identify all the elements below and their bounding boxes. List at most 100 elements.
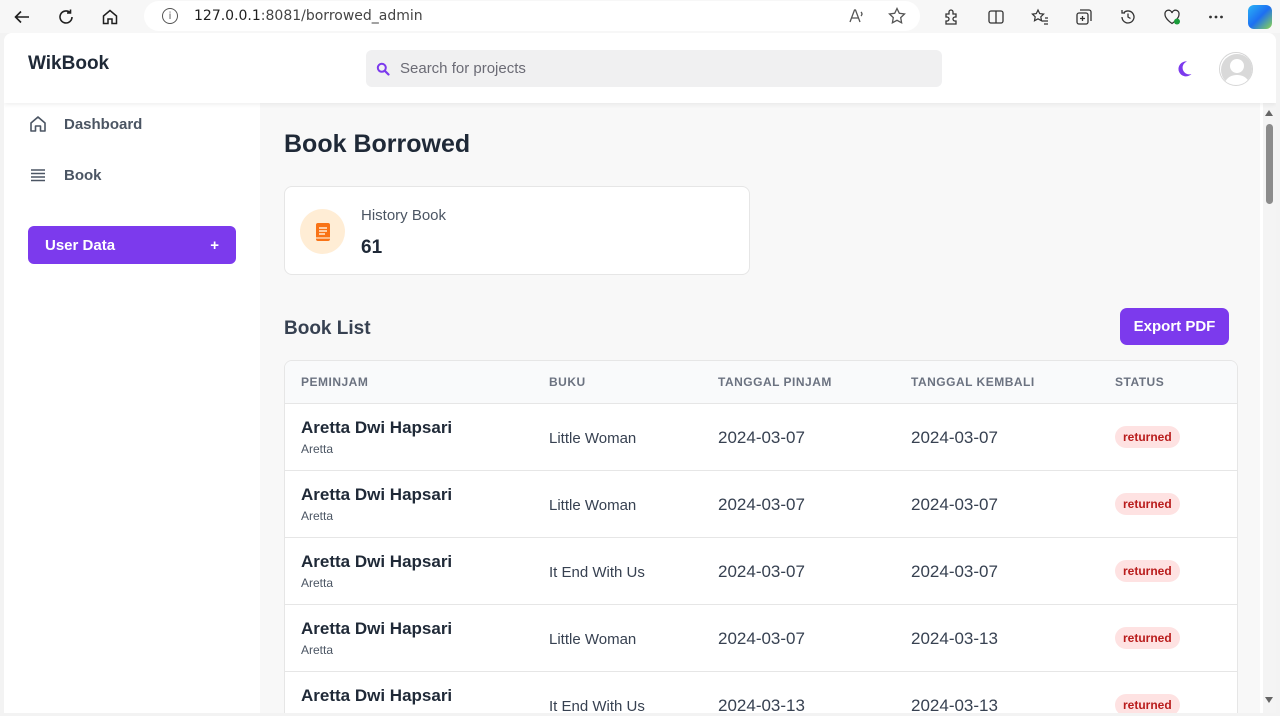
return-date: 2024-03-07	[911, 428, 998, 447]
browser-toolbar: i 127.0.0.1:8081/borrowed_admin	[0, 0, 1280, 33]
refresh-button[interactable]	[44, 0, 88, 33]
stat-label: History Book	[361, 207, 447, 224]
borrower-cell: Aretta Dwi Hapsari Aretta	[301, 418, 452, 456]
dark-mode-toggle-icon[interactable]	[1175, 60, 1193, 78]
main-content: Book Borrowed History Book 61 Book List …	[260, 103, 1260, 713]
table-header: PEMINJAM BUKU TANGGAL PINJAM TANGGAL KEM…	[285, 361, 1237, 404]
home-icon	[102, 9, 118, 24]
scroll-up-arrow-icon[interactable]	[1265, 110, 1273, 116]
brand-logo[interactable]: WikBook	[28, 53, 109, 75]
plus-icon: +	[210, 236, 219, 254]
scrollbar-thumb[interactable]	[1266, 124, 1273, 204]
url-text: 127.0.0.1:8081/borrowed_admin	[194, 8, 423, 24]
stat-icon-circle	[300, 209, 345, 254]
table-row[interactable]: Aretta Dwi Hapsari Aretta It End With Us…	[285, 538, 1237, 605]
status-badge: returned	[1115, 627, 1180, 649]
status-badge: returned	[1115, 560, 1180, 582]
table-row[interactable]: Aretta Dwi Hapsari Aretta Little Woman 2…	[285, 404, 1237, 471]
history-button[interactable]	[1106, 0, 1150, 33]
user-avatar[interactable]	[1219, 52, 1253, 86]
user-data-label: User Data	[45, 236, 116, 254]
page-title: Book Borrowed	[284, 130, 471, 158]
app-header: WikBook	[4, 33, 1276, 103]
borrower-cell: Aretta Dwi Hapsari	[301, 686, 452, 710]
borrower-name: Aretta Dwi Hapsari	[301, 485, 453, 504]
history-icon	[1121, 9, 1135, 24]
status-badge: returned	[1115, 493, 1180, 515]
history-book-card: History Book 61	[284, 186, 750, 275]
sidebar-item-label: Dashboard	[64, 115, 143, 133]
book-title: Little Woman	[549, 497, 637, 514]
user-data-button[interactable]: User Data +	[28, 226, 236, 264]
home-icon	[30, 116, 46, 132]
borrow-date: 2024-03-07	[718, 495, 805, 514]
book-title: It End With Us	[549, 698, 645, 713]
split-screen-button[interactable]	[974, 0, 1018, 33]
list-icon	[31, 169, 45, 182]
borrow-date: 2024-03-07	[718, 629, 805, 648]
scroll-down-arrow-icon[interactable]	[1265, 697, 1273, 703]
avatar-silhouette-icon	[1220, 53, 1252, 85]
ellipsis-icon	[1209, 15, 1223, 18]
split-screen-icon	[988, 9, 1004, 24]
column-header-status[interactable]: STATUS	[1115, 375, 1164, 389]
read-aloud-icon[interactable]	[848, 7, 866, 25]
copilot-button[interactable]	[1238, 0, 1280, 33]
borrow-date: 2024-03-07	[718, 562, 805, 581]
status-badge: returned	[1115, 694, 1180, 713]
search-input[interactable]	[400, 60, 900, 77]
column-header-buku[interactable]: BUKU	[549, 375, 586, 389]
column-header-tanggal-pinjam[interactable]: TANGGAL PINJAM	[718, 375, 832, 389]
borrow-date: 2024-03-13	[718, 696, 805, 713]
home-button[interactable]	[88, 0, 132, 33]
return-date: 2024-03-07	[911, 495, 998, 514]
vertical-scrollbar[interactable]	[1263, 103, 1276, 713]
return-date: 2024-03-13	[911, 696, 998, 713]
stat-value: 61	[361, 237, 383, 258]
favorites-button[interactable]	[1018, 0, 1062, 33]
favorite-star-icon[interactable]	[888, 7, 906, 25]
sidebar-item-book[interactable]: Book	[28, 165, 102, 185]
column-header-peminjam[interactable]: PEMINJAM	[301, 375, 368, 389]
site-info-icon[interactable]: i	[162, 8, 178, 24]
section-title: Book List	[284, 318, 371, 339]
export-pdf-button[interactable]: Export PDF	[1120, 308, 1229, 345]
column-header-tanggal-kembali[interactable]: TANGGAL KEMBALI	[911, 375, 1035, 389]
borrower-username: Aretta	[301, 643, 334, 657]
favorites-list-icon	[1031, 8, 1048, 25]
browser-essentials-button[interactable]	[1150, 0, 1194, 33]
borrower-name: Aretta Dwi Hapsari	[301, 418, 453, 437]
back-arrow-icon	[14, 10, 29, 23]
collections-button[interactable]	[1062, 0, 1106, 33]
borrower-username: Aretta	[301, 576, 334, 590]
extensions-button[interactable]	[930, 0, 974, 33]
web-page: WikBook Dashboard Book User Data + Book …	[4, 33, 1276, 713]
refresh-icon	[59, 9, 73, 24]
more-options-button[interactable]	[1194, 0, 1238, 33]
borrower-username: Aretta	[301, 442, 334, 456]
borrower-cell: Aretta Dwi Hapsari Aretta	[301, 619, 452, 657]
book-title: It End With Us	[549, 564, 645, 581]
puzzle-icon	[945, 8, 957, 25]
table-row[interactable]: Aretta Dwi Hapsari Aretta Little Woman 2…	[285, 605, 1237, 672]
copilot-icon	[1248, 4, 1272, 29]
back-button[interactable]	[0, 0, 44, 33]
borrower-username: Aretta	[301, 509, 334, 523]
borrower-cell: Aretta Dwi Hapsari Aretta	[301, 485, 452, 523]
sidebar-item-dashboard[interactable]: Dashboard	[28, 114, 142, 134]
return-date: 2024-03-07	[911, 562, 998, 581]
url-path: :8081/borrowed_admin	[260, 8, 423, 24]
book-icon	[315, 222, 330, 241]
table-row[interactable]: Aretta Dwi Hapsari Aretta Little Woman 2…	[285, 471, 1237, 538]
borrower-name: Aretta Dwi Hapsari	[301, 552, 453, 571]
search-box[interactable]	[366, 50, 942, 87]
sidebar: Dashboard Book User Data +	[4, 103, 260, 713]
address-bar[interactable]: i 127.0.0.1:8081/borrowed_admin	[144, 1, 920, 31]
table-row[interactable]: Aretta Dwi Hapsari It End With Us 2024-0…	[285, 672, 1237, 713]
url-host: 127.0.0.1	[194, 8, 261, 24]
borrower-cell: Aretta Dwi Hapsari Aretta	[301, 552, 452, 590]
borrower-name: Aretta Dwi Hapsari	[301, 686, 453, 705]
heart-pulse-icon	[1164, 9, 1180, 24]
book-title: Little Woman	[549, 430, 637, 447]
search-icon	[376, 62, 390, 76]
